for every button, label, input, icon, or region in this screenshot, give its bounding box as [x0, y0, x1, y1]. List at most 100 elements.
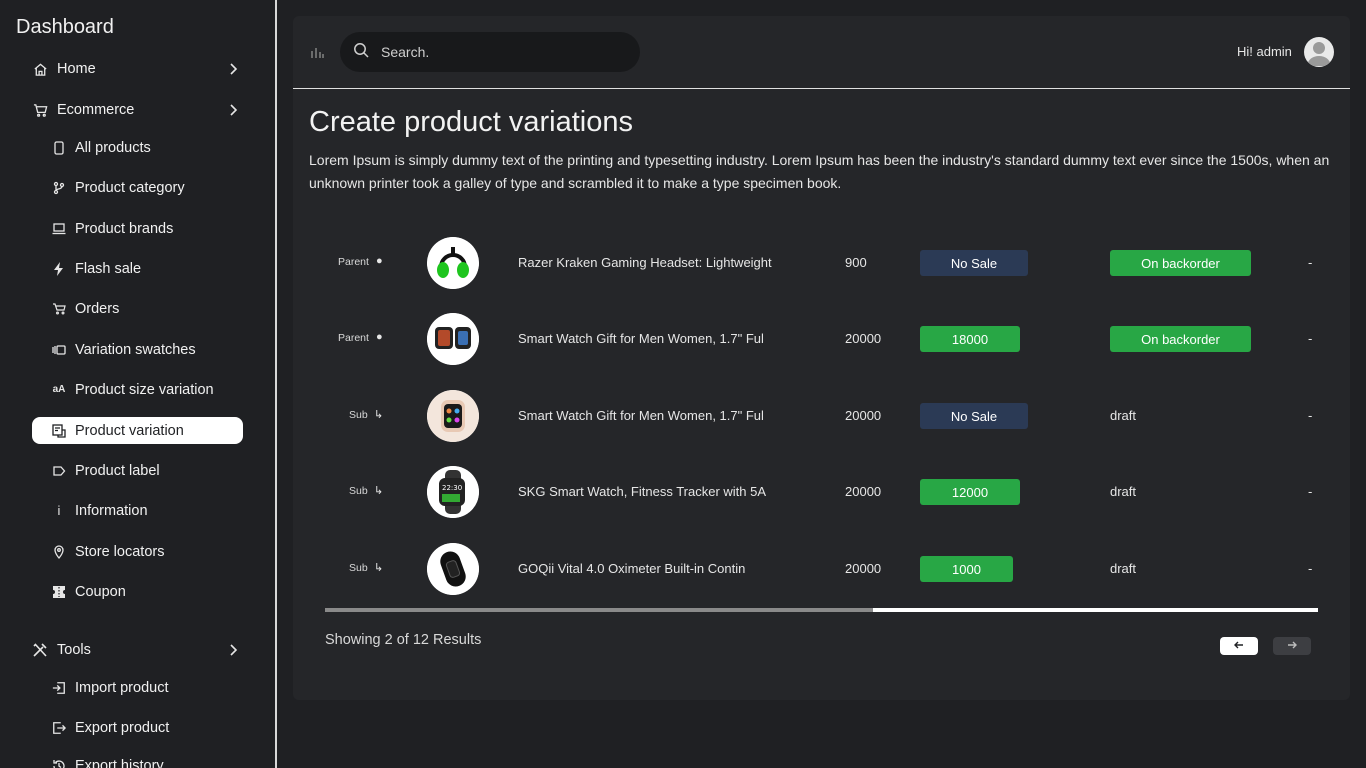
- sale-badge: 12000: [920, 479, 1020, 505]
- table-horizontal-scrollbar[interactable]: [325, 608, 1318, 612]
- row-extra: -: [1308, 331, 1313, 346]
- pin-icon: [52, 544, 66, 559]
- sidebar-item-variation-swatches[interactable]: Variation swatches: [32, 336, 243, 363]
- top-bar: Hi! admin: [293, 16, 1350, 89]
- product-image: [427, 237, 479, 289]
- status-badge: On backorder: [1110, 250, 1251, 276]
- sidebar-item-all-products[interactable]: All products: [32, 134, 243, 161]
- search-input[interactable]: [381, 44, 621, 60]
- page-description: Lorem Ipsum is simply dummy text of the …: [309, 152, 1330, 191]
- product-name[interactable]: GOQii Vital 4.0 Oximeter Built-in Contin: [518, 561, 745, 576]
- import-icon: [52, 681, 66, 695]
- bar-chart-icon[interactable]: [310, 45, 324, 59]
- product-price: 20000: [845, 408, 882, 423]
- product-name[interactable]: Smart Watch Gift for Men Women, 1.7" Ful: [518, 408, 764, 423]
- sidebar-item-product-brands[interactable]: Product brands: [32, 215, 243, 242]
- row-extra: -: [1308, 561, 1313, 576]
- home-icon: [32, 61, 48, 77]
- sidebar-item-product-label[interactable]: Product label: [32, 457, 243, 484]
- greeting-text: Hi! admin: [1237, 44, 1292, 59]
- page-title: Create product variations: [309, 106, 633, 138]
- sidebar-group-tools[interactable]: Tools: [32, 635, 244, 665]
- row-kind: Parent: [338, 332, 369, 344]
- table-row: Sub ↳ 22:30 SKG Smart Watch, Fitness Tra…: [293, 466, 1350, 518]
- sale-badge: 18000: [920, 326, 1020, 352]
- chevron-right-icon: [226, 62, 240, 81]
- sidebar-item-label: Coupon: [75, 583, 126, 600]
- bolt-icon: [52, 261, 66, 276]
- sidebar-scrollbar[interactable]: [275, 682, 277, 768]
- avatar[interactable]: [1304, 37, 1334, 67]
- product-name[interactable]: Razer Kraken Gaming Headset: Lightweight: [518, 255, 772, 270]
- return-arrow-icon: ↳: [374, 409, 384, 421]
- status-badge: On backorder: [1110, 326, 1251, 352]
- product-image: 22:30: [427, 466, 479, 518]
- return-arrow-icon: ↳: [374, 562, 384, 574]
- sidebar-item-product-category[interactable]: Product category: [32, 174, 243, 201]
- scrollbar-thumb[interactable]: [325, 608, 873, 612]
- sidebar-item-label: Product category: [75, 179, 185, 196]
- sidebar-item-product-variation[interactable]: Product variation: [32, 417, 243, 444]
- sidebar-item-label: Import product: [75, 679, 169, 696]
- return-arrow-icon: ↳: [374, 485, 384, 497]
- label-icon: [52, 464, 66, 478]
- tools-icon: [32, 642, 48, 658]
- svg-text:22:30: 22:30: [442, 484, 462, 492]
- product-price: 20000: [845, 561, 882, 576]
- status-text: draft: [1110, 408, 1137, 423]
- sidebar-item-label: Product size variation: [75, 381, 214, 398]
- sidebar-item-import-product[interactable]: Import product: [32, 674, 243, 701]
- row-extra: -: [1308, 255, 1313, 270]
- phone-icon: [52, 140, 66, 155]
- product-image: [427, 390, 479, 442]
- table-row: Sub ↳ Smart Watch Gift for Men Women, 1.…: [293, 390, 1350, 442]
- sidebar-item-store-locators[interactable]: Store locators: [32, 538, 243, 565]
- basket-icon: [52, 302, 66, 316]
- row-kind: Sub: [349, 562, 368, 574]
- sidebar-group-home[interactable]: Home: [32, 54, 244, 84]
- sidebar-item-export-product[interactable]: Export product: [32, 714, 243, 741]
- product-price: 20000: [845, 331, 882, 346]
- next-page-button[interactable]: [1273, 637, 1311, 655]
- product-price: 20000: [845, 484, 882, 499]
- arrow-right-icon: [1287, 640, 1297, 652]
- sidebar-item-label: Flash sale: [75, 260, 142, 277]
- results-count: Showing 2 of 12 Results: [325, 632, 482, 648]
- sidebar-item-flash-sale[interactable]: Flash sale: [32, 255, 243, 282]
- coupon-icon: [52, 585, 66, 599]
- prev-page-button[interactable]: [1220, 637, 1258, 655]
- sidebar-item-label: Export history: [75, 757, 164, 768]
- sidebar-item-label: Product brands: [75, 220, 174, 237]
- row-kind: Sub: [349, 409, 368, 421]
- row-extra: -: [1308, 408, 1313, 423]
- sidebar-item-information[interactable]: i Information: [32, 497, 243, 524]
- row-extra: -: [1308, 484, 1313, 499]
- dot-icon: ●: [376, 255, 383, 267]
- product-image: [427, 543, 479, 595]
- cart-icon: [32, 102, 48, 118]
- sidebar: Dashboard Home Ecommerce All products Pr…: [0, 0, 277, 768]
- status-text: draft: [1110, 561, 1137, 576]
- search-box[interactable]: [340, 32, 640, 72]
- search-icon: [353, 42, 369, 63]
- sidebar-item-label: Product label: [75, 462, 160, 479]
- branch-icon: [52, 181, 66, 195]
- info-icon: i: [57, 503, 61, 518]
- text-size-icon: aA: [52, 384, 66, 395]
- sidebar-item-coupon[interactable]: Coupon: [32, 578, 243, 605]
- swatch-icon: [52, 343, 66, 357]
- sidebar-item-export-history[interactable]: Export history: [32, 752, 243, 768]
- chevron-right-icon: [226, 103, 240, 122]
- sidebar-group-ecommerce[interactable]: Ecommerce: [32, 95, 244, 125]
- product-name[interactable]: Smart Watch Gift for Men Women, 1.7" Ful: [518, 331, 764, 346]
- table-row: Parent ● Razer Kraken Gaming Headset: Li…: [293, 237, 1350, 289]
- product-name[interactable]: SKG Smart Watch, Fitness Tracker with 5A: [518, 484, 766, 499]
- sidebar-group-label: Home: [57, 61, 96, 77]
- sidebar-item-label: Information: [75, 502, 148, 519]
- sidebar-item-label: Product variation: [75, 422, 184, 439]
- sidebar-item-label: Variation swatches: [75, 341, 196, 358]
- sidebar-item-product-size-variation[interactable]: aA Product size variation: [32, 376, 243, 403]
- sale-badge: 1000: [920, 556, 1013, 582]
- laptop-icon: [52, 222, 66, 236]
- sidebar-item-orders[interactable]: Orders: [32, 295, 243, 322]
